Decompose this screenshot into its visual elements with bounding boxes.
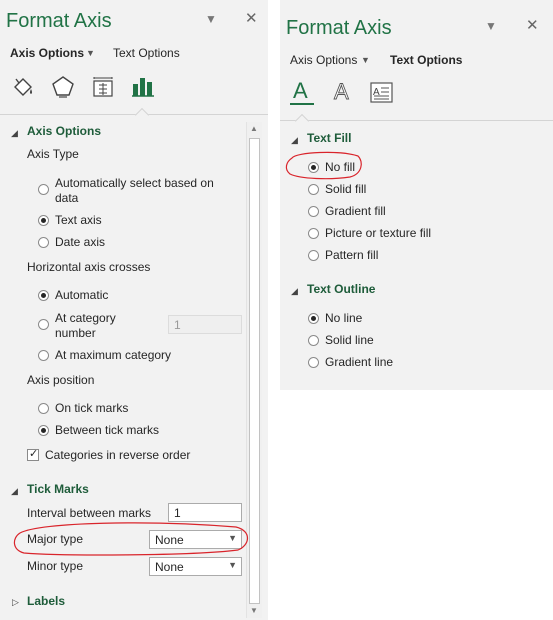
annotation-ellipse-no-fill [285,151,362,180]
format-axis-pane-left: Format Axis ▼ ✕ Axis Options ▼ Text Opti… [0,0,268,620]
format-axis-pane-right: Format Axis ▼ ✕ Axis Options ▼ Text Opti… [280,0,553,390]
annotation-ellipse-major-type [13,522,249,556]
